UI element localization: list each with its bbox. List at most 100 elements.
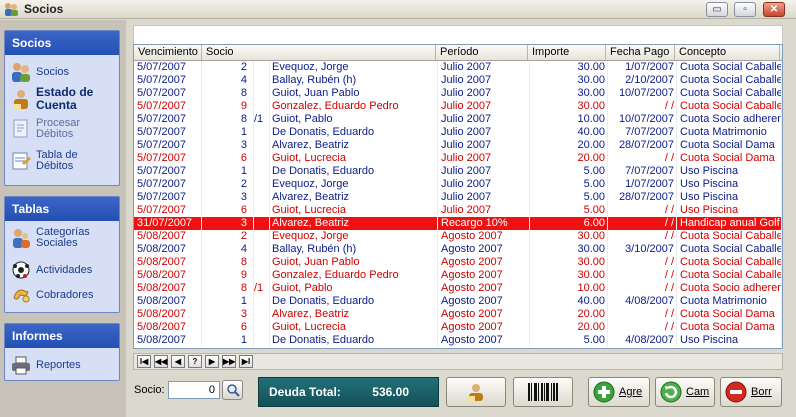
group-header-socios[interactable]: Socios xyxy=(5,31,119,55)
sidebar-item-label: Socios xyxy=(36,65,70,78)
table-row[interactable]: 5/07/2007 2 Evequoz, Jorge Julio 2007 30.00 1… xyxy=(134,61,782,74)
prev-page-button[interactable]: ◀◀ xyxy=(154,355,168,368)
sidebar-item-cobradores[interactable]: Cobradores xyxy=(10,284,93,306)
table-row[interactable]: 5/07/2007 8 Guiot, Juan Pablo Julio 2007 30.… xyxy=(134,87,782,100)
concepto-cell: Cuota Social Dama xyxy=(677,139,782,152)
next-page-button[interactable]: ▶▶ xyxy=(222,355,236,368)
importe-cell: 40.00 xyxy=(530,295,608,308)
venc-cell: 5/08/2007 xyxy=(134,295,202,308)
concepto-cell: Cuota Social Dama xyxy=(677,321,782,334)
sidebar-item-procesar-debitos[interactable]: Procesar Débitos xyxy=(10,118,116,140)
cambiar-button[interactable]: Cam xyxy=(655,377,715,407)
socio-suffix-cell xyxy=(254,243,270,256)
column-header-importe[interactable]: Importe xyxy=(528,45,606,60)
fecha-pago-cell: 3/10/2007 xyxy=(608,243,677,256)
table-row[interactable]: 5/08/2007 6 Guiot, Lucrecia Agosto 2007 20.0… xyxy=(134,321,782,334)
minimize-button[interactable]: ▭ xyxy=(706,2,728,17)
table-row[interactable]: 5/08/2007 9 Gonzalez, Eduardo Pedro Agosto … xyxy=(134,269,782,282)
search-record-button[interactable]: ? xyxy=(188,355,202,368)
column-header-socio[interactable]: Socio xyxy=(202,45,436,60)
table-row[interactable]: 5/07/2007 2 Evequoz, Jorge Julio 2007 5.00 1/… xyxy=(134,178,782,191)
table-row[interactable]: 5/07/2007 1 De Donatis, Eduardo Julio 2007 4… xyxy=(134,126,782,139)
sidebar-item-reportes[interactable]: Reportes xyxy=(10,354,81,376)
next-record-button[interactable]: ▶ xyxy=(205,355,219,368)
person-edit-icon xyxy=(467,384,483,401)
person-button[interactable] xyxy=(446,377,506,407)
table-row[interactable]: 5/08/2007 1 De Donatis, Eduardo Agosto 2007… xyxy=(134,295,782,308)
table-row[interactable]: 5/07/2007 8/1 Guiot, Pablo Julio 2007 10.00 1… xyxy=(134,113,782,126)
periodo-cell: Agosto 2007 xyxy=(438,256,530,269)
table-row[interactable]: 5/07/2007 1 De Donatis, Eduardo Julio 2007 5… xyxy=(134,165,782,178)
table-row[interactable]: 5/07/2007 3 Alvarez, Beatriz Julio 2007 5.00… xyxy=(134,191,782,204)
concepto-cell: Cuota Social Caballero xyxy=(677,74,782,87)
grid-header: Vencimiento Socio Período Importe Fecha … xyxy=(134,45,782,61)
column-header-periodo[interactable]: Período xyxy=(436,45,528,60)
table-row[interactable]: 5/07/2007 3 Alvarez, Beatriz Julio 2007 20.0… xyxy=(134,139,782,152)
fecha-pago-cell: 10/07/2007 xyxy=(608,113,677,126)
socio-num-cell: 2 xyxy=(202,178,254,191)
venc-cell: 5/08/2007 xyxy=(134,230,202,243)
sidebar-item-label: Categorías Sociales xyxy=(36,226,90,249)
periodo-cell: Agosto 2007 xyxy=(438,269,530,282)
table-row[interactable]: 5/08/2007 1 De Donatis, Eduardo Agosto 2007… xyxy=(134,334,782,347)
sidebar-item-label: Tabla de Débitos xyxy=(36,149,78,172)
sidebar-item-actividades[interactable]: Actividades xyxy=(10,259,92,281)
sidebar-item-socios[interactable]: Socios xyxy=(10,61,69,83)
cambiar-label: Cam xyxy=(686,386,710,398)
search-button[interactable] xyxy=(222,380,243,400)
fecha-pago-cell: 10/07/2007 xyxy=(608,87,677,100)
table-row[interactable]: 5/07/2007 6 Guiot, Lucrecia Julio 2007 20.00… xyxy=(134,152,782,165)
close-button[interactable]: ✕ xyxy=(763,2,785,17)
first-record-button[interactable]: I◀ xyxy=(137,355,151,368)
socio-num-cell: 3 xyxy=(202,308,254,321)
concepto-cell: Uso Piscina xyxy=(677,334,782,347)
venc-cell: 5/07/2007 xyxy=(134,74,202,87)
column-header-vencimiento[interactable]: Vencimiento xyxy=(134,45,202,60)
table-row[interactable]: 5/08/2007 2 Evequoz, Jorge Agosto 2007 30.00… xyxy=(134,230,782,243)
table-row[interactable]: 5/07/2007 4 Ballay, Rubén (h) Julio 2007 30.… xyxy=(134,74,782,87)
fecha-pago-cell: / / xyxy=(608,204,677,217)
socio-num-cell: 2 xyxy=(202,61,254,74)
table-row[interactable]: 5/08/2007 8 Guiot, Juan Pablo Agosto 2007 30… xyxy=(134,256,782,269)
sidebar-item-estado-cuenta[interactable]: Estado de Cuenta xyxy=(10,86,116,112)
socio-suffix-cell xyxy=(254,126,270,139)
socio-num-cell: 2 xyxy=(202,230,254,243)
periodo-cell: Julio 2007 xyxy=(438,191,530,204)
sidebar-item-tabla-debitos[interactable]: Tabla de Débitos xyxy=(10,150,116,172)
table-row[interactable]: 5/08/2007 4 Ballay, Rubén (h) Agosto 2007 30… xyxy=(134,243,782,256)
table-row[interactable]: 5/08/2007 3 Alvarez, Beatriz Agosto 2007 20.… xyxy=(134,308,782,321)
table-row[interactable]: 5/08/2007 8/1 Guiot, Pablo Agosto 2007 10.00… xyxy=(134,282,782,295)
search-icon xyxy=(226,384,240,397)
document-process-icon xyxy=(13,119,28,138)
column-header-concepto[interactable]: Concepto xyxy=(675,45,780,60)
last-record-button[interactable]: ▶I xyxy=(239,355,253,368)
table-row[interactable]: 31/07/2007 3 Alvarez, Beatriz Recargo 10% 6.… xyxy=(134,217,782,230)
fecha-pago-cell: / / xyxy=(608,152,677,165)
group-header-informes[interactable]: Informes xyxy=(5,324,119,348)
socio-name-cell: Guiot, Lucrecia xyxy=(270,152,438,165)
group-header-tablas[interactable]: Tablas xyxy=(5,197,119,221)
prev-record-button[interactable]: ◀ xyxy=(171,355,185,368)
delete-icon xyxy=(725,381,747,403)
venc-cell: 5/08/2007 xyxy=(134,256,202,269)
fecha-pago-cell: 7/07/2007 xyxy=(608,126,677,139)
borrar-button[interactable]: Borr xyxy=(720,377,782,407)
categories-icon xyxy=(13,229,30,248)
table-row[interactable]: 5/07/2007 9 Gonzalez, Eduardo Pedro Julio 2… xyxy=(134,100,782,113)
people-icon xyxy=(12,63,30,82)
venc-cell: 31/07/2007 xyxy=(134,217,202,230)
concepto-cell: Cuota Socio adherente xyxy=(677,113,782,126)
venc-cell: 5/07/2007 xyxy=(134,126,202,139)
fecha-pago-cell: 2/10/2007 xyxy=(608,74,677,87)
cuenta-grid[interactable]: Vencimiento Socio Período Importe Fecha … xyxy=(133,44,783,349)
column-header-fecha-pago[interactable]: Fecha Pago xyxy=(606,45,675,60)
barcode-button[interactable] xyxy=(513,377,573,407)
restore-button[interactable]: ▫ xyxy=(734,2,756,17)
sidebar-item-categorias[interactable]: Categorías Sociales xyxy=(10,227,116,249)
fecha-pago-cell: / / xyxy=(608,321,677,334)
fecha-pago-cell: / / xyxy=(608,269,677,282)
agregar-button[interactable]: Agre xyxy=(588,377,650,407)
socio-label: Socio: xyxy=(134,384,165,396)
socio-input[interactable] xyxy=(168,381,220,399)
table-row[interactable]: 5/07/2007 6 Guiot, Lucrecia Julio 2007 5.00/… xyxy=(134,204,782,217)
